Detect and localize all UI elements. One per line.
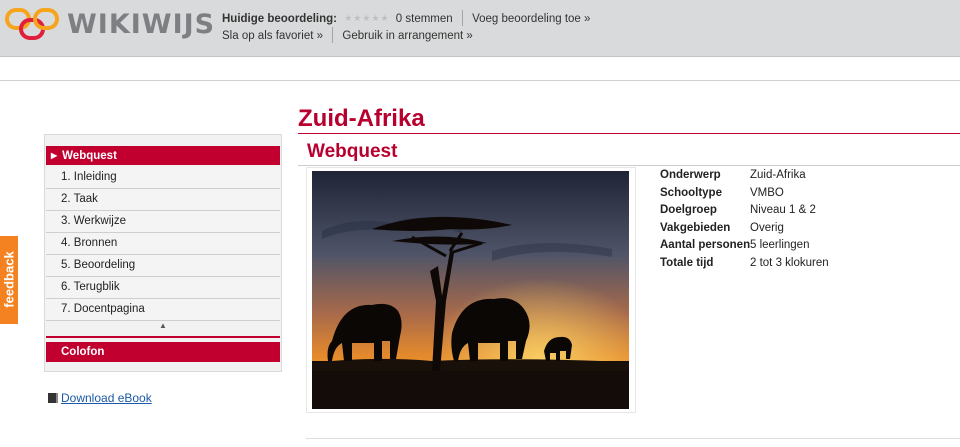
info-row-schooltype: Schooltype VMBO — [660, 187, 829, 205]
info-key: Vakgebieden — [660, 221, 731, 234]
webquest-image — [306, 167, 636, 413]
add-rating-link[interactable]: Voeg beoordeling toe » — [472, 13, 590, 25]
star-icon[interactable]: ★ — [371, 13, 380, 23]
info-value: Niveau 1 & 2 — [750, 204, 816, 216]
divider — [0, 80, 960, 81]
info-row-aantal-personen: Aantal personen5 leerlingen — [660, 239, 829, 257]
brand-name: WIKIWIJS — [67, 9, 216, 40]
info-key: Schooltype — [660, 186, 722, 199]
wikiwijs-logo-icon — [5, 8, 59, 40]
sidebar-menu: ▶ Webquest 1. Inleiding 2. Taak 3. Werkwi… — [44, 134, 282, 372]
info-value: VMBO — [750, 186, 784, 199]
info-key: Onderwerp — [660, 169, 721, 181]
savanna-sunset-photo — [312, 171, 629, 409]
menu-header-webquest[interactable]: ▶ Webquest — [46, 146, 280, 165]
divider — [298, 133, 960, 134]
menu-item-docentpagina[interactable]: 7. Docentpagina — [46, 299, 280, 321]
caret-up-icon[interactable]: ▲ — [159, 321, 167, 330]
info-row-vakgebieden: Vakgebieden Overig — [660, 222, 829, 240]
wikiwijs-logo[interactable]: WIKIWIJS — [5, 6, 214, 42]
info-row-totale-tijd: Totale tijd 2 tot 3 klokuren — [660, 257, 829, 275]
info-value: Zuid-Afrika — [750, 169, 806, 181]
section-title: Webquest — [307, 141, 398, 162]
info-table: Onderwerp Zuid-Afrika Schooltype VMBO Doel… — [660, 169, 829, 274]
divider — [306, 438, 960, 439]
info-row-onderwerp: Onderwerp Zuid-Afrika — [660, 169, 829, 187]
menu-header-label: Webquest — [62, 150, 117, 162]
rating-stars[interactable]: ★★★★★ — [344, 13, 389, 24]
rating-label: Huidige beoordeling: — [222, 13, 337, 25]
menu-list: 1. Inleiding 2. Taak 3. Werkwijze 4. Bro… — [46, 167, 280, 321]
divider — [461, 10, 463, 26]
info-key: Aantal personen — [660, 239, 751, 251]
star-icon[interactable]: ★ — [381, 13, 390, 23]
info-key: Doelgroep — [660, 204, 717, 216]
info-value: 2 tot 3 klokuren — [750, 256, 829, 269]
info-row-doelgroep: Doelgroep Niveau 1 & 2 — [660, 204, 829, 222]
divider — [298, 165, 960, 166]
menu-item-inleiding[interactable]: 1. Inleiding — [46, 167, 280, 189]
info-value: Overig — [750, 221, 784, 234]
rating-count: 0 stemmen — [395, 13, 453, 25]
arrow-right-icon: ▶ — [51, 151, 58, 160]
action-links: Sla op als favoriet » Gebruik in arrange… — [222, 27, 473, 43]
star-icon[interactable]: ★ — [344, 13, 353, 23]
save-favorite-link[interactable]: Sla op als favoriet » — [222, 30, 323, 42]
use-in-arrangement-link[interactable]: Gebruik in arrangement » — [342, 30, 472, 42]
info-value: 5 leerlingen — [750, 239, 810, 251]
top-bar: WIKIWIJS Huidige beoordeling: ★★★★★ 0 st… — [0, 0, 960, 57]
star-icon[interactable]: ★ — [353, 13, 362, 23]
download-ebook-link[interactable]: Download eBook — [48, 391, 152, 405]
page-title: Zuid-Afrika — [298, 105, 425, 132]
divider — [46, 336, 280, 338]
menu-item-werkwijze[interactable]: 3. Werkwijze — [46, 211, 280, 233]
menu-item-taak[interactable]: 2. Taak — [46, 189, 280, 211]
feedback-label: feedback — [1, 251, 17, 308]
menu-item-colofon[interactable]: Colofon — [46, 342, 280, 362]
download-label: Download eBook — [61, 391, 152, 405]
menu-item-bronnen[interactable]: 4. Bronnen — [46, 233, 280, 255]
rating-row: Huidige beoordeling: ★★★★★ 0 stemmen Voe… — [222, 10, 590, 26]
divider — [332, 27, 334, 43]
info-key: Totale tijd — [660, 256, 714, 269]
menu-item-beoordeling[interactable]: 5. Beoordeling — [46, 255, 280, 277]
feedback-tab[interactable]: feedback — [0, 236, 18, 324]
menu-item-terugblik[interactable]: 6. Terugblik — [46, 277, 280, 299]
book-icon — [48, 393, 58, 403]
